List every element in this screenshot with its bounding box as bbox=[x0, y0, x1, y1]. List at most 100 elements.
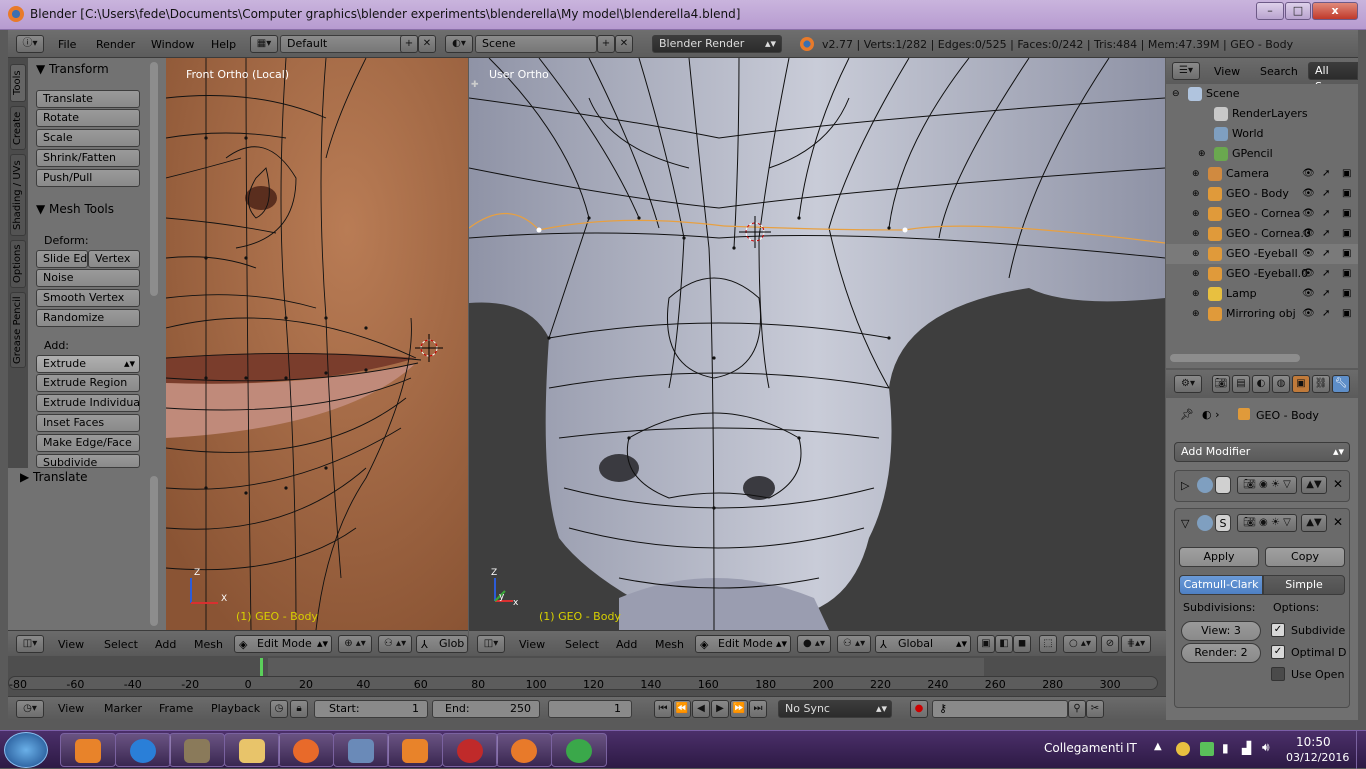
catmull-clark-button[interactable]: Catmull-Clark bbox=[1179, 575, 1263, 595]
render-icon[interactable]: ▣ bbox=[1342, 184, 1351, 204]
taskbar-app-button[interactable] bbox=[441, 733, 498, 767]
rotate-button[interactable]: Rotate bbox=[36, 109, 140, 127]
tray-app-icon[interactable] bbox=[1200, 742, 1214, 756]
menu-view[interactable]: View bbox=[58, 702, 84, 715]
make-edge-face-button[interactable]: Make Edge/Face bbox=[36, 434, 140, 452]
extrude-individual-button[interactable]: Extrude Individual bbox=[36, 394, 140, 412]
editor-type-button[interactable]: ⓘ▾ bbox=[16, 35, 44, 53]
network-icon[interactable]: ▟ bbox=[1242, 741, 1251, 755]
render-icon[interactable]: ▣ bbox=[1342, 264, 1351, 284]
eye-icon[interactable]: 👁︎ bbox=[1302, 184, 1315, 204]
minimize-button[interactable]: – bbox=[1256, 2, 1284, 20]
last-operator-header[interactable]: ▶ Translate bbox=[20, 470, 88, 484]
add-scene-button[interactable]: + bbox=[597, 35, 615, 53]
expand-toggle-icon[interactable]: ⊕ bbox=[1192, 284, 1200, 304]
taskbar-app-button[interactable] bbox=[169, 733, 225, 767]
play-icon[interactable]: ▶ bbox=[711, 700, 729, 718]
editor-type-button[interactable]: ◫▾ bbox=[16, 635, 44, 653]
keying-set-field[interactable]: ⚷ bbox=[932, 700, 1068, 718]
eye-icon[interactable]: 👁︎ bbox=[1302, 284, 1315, 304]
mode-select[interactable]: ◈ Edit Mode ▴▾ bbox=[234, 635, 332, 653]
add-modifier-select[interactable]: Add Modifier ▴▾ bbox=[1174, 442, 1350, 462]
expand-toggle-icon[interactable]: ⊕ bbox=[1192, 204, 1200, 224]
orientation-select[interactable]: ⅄ Glob bbox=[416, 635, 468, 653]
expand-toggle-icon[interactable]: ⊕ bbox=[1192, 304, 1200, 324]
layout-icon[interactable]: ▦▾ bbox=[250, 35, 278, 53]
jump-keyframe-forward-icon[interactable]: ⏩ bbox=[730, 700, 748, 718]
scene-tab-icon[interactable]: ◐ bbox=[1252, 375, 1270, 393]
lock-icon[interactable]: 🔒︎ bbox=[290, 700, 308, 718]
smooth-vertex-button[interactable]: Smooth Vertex bbox=[36, 289, 140, 307]
eye-icon[interactable]: 👁︎ bbox=[1302, 244, 1315, 264]
render-tab-icon[interactable]: 📷︎ bbox=[1212, 375, 1230, 393]
slide-vertex-button[interactable]: Vertex bbox=[88, 250, 140, 268]
menu-view[interactable]: View bbox=[58, 638, 84, 651]
taskbar-app-button[interactable] bbox=[114, 733, 171, 767]
noise-button[interactable]: Noise bbox=[36, 269, 140, 287]
menu-select[interactable]: Select bbox=[565, 638, 599, 651]
menu-add[interactable]: Add bbox=[155, 638, 176, 651]
menu-playback[interactable]: Playback bbox=[211, 702, 260, 715]
viewport-shading-button[interactable]: ● ▴▾ bbox=[797, 635, 831, 653]
taskbar-app-button[interactable] bbox=[60, 733, 116, 767]
outliner-row[interactable]: ⊕ GEO -Eyeball 👁︎ ➚ ▣ bbox=[1166, 244, 1358, 264]
close-button[interactable]: x bbox=[1312, 2, 1358, 20]
end-frame-field[interactable]: End: 250 bbox=[432, 700, 540, 718]
taskbar-app-button[interactable] bbox=[223, 733, 280, 767]
world-tab-icon[interactable]: ◍ bbox=[1272, 375, 1290, 393]
outliner-row[interactable]: ⊕ Camera 👁︎ ➚ ▣ bbox=[1166, 164, 1358, 184]
apply-button[interactable]: Apply bbox=[1179, 547, 1259, 567]
outliner-row[interactable]: ⊕ GEO - Cornea.0 👁︎ ➚ ▣ bbox=[1166, 224, 1358, 244]
viewport-front-ortho[interactable]: Front Ortho (Local) Z X (1) GEO - Body bbox=[166, 58, 468, 630]
editor-type-button[interactable]: ☰▾ bbox=[1172, 62, 1200, 80]
menu-file[interactable]: File bbox=[58, 38, 76, 51]
scale-button[interactable]: Scale bbox=[36, 129, 140, 147]
cursor-icon[interactable]: ➚ bbox=[1322, 184, 1330, 204]
cursor-icon[interactable]: ➚ bbox=[1322, 244, 1330, 264]
power-icon[interactable]: ▮ bbox=[1222, 741, 1229, 755]
render-icon[interactable]: ▣ bbox=[1342, 304, 1351, 324]
collapse-arrow-icon[interactable]: ▽ bbox=[1181, 517, 1189, 530]
add-layout-button[interactable]: + bbox=[400, 35, 418, 53]
render-subdivisions-field[interactable]: Render: 2 bbox=[1181, 643, 1261, 663]
scene-icon[interactable]: ◐▾ bbox=[445, 35, 473, 53]
language-indicator[interactable]: IT bbox=[1126, 741, 1137, 755]
tray-app-icon[interactable] bbox=[1176, 742, 1190, 756]
modifier-name-field[interactable] bbox=[1215, 476, 1231, 494]
tool-shelf-scrollbar[interactable] bbox=[150, 62, 158, 296]
menu-select[interactable]: Select bbox=[104, 638, 138, 651]
render-icon[interactable]: ▣ bbox=[1342, 164, 1351, 184]
play-reverse-icon[interactable]: ◀ bbox=[692, 700, 710, 718]
randomize-button[interactable]: Randomize bbox=[36, 309, 140, 327]
view-subdivisions-field[interactable]: View: 3 bbox=[1181, 621, 1261, 641]
outliner-row[interactable]: World bbox=[1166, 124, 1358, 144]
render-layers-tab-icon[interactable]: ▤ bbox=[1232, 375, 1250, 393]
current-frame-field[interactable]: 1 bbox=[548, 700, 632, 718]
tab-tools[interactable]: Tools bbox=[10, 64, 26, 102]
use-open-checkbox[interactable] bbox=[1271, 667, 1285, 681]
modifiers-tab-icon[interactable]: 🔧︎ bbox=[1332, 375, 1350, 393]
vertex-select-icon[interactable]: ▣ bbox=[977, 635, 995, 653]
show-desktop-button[interactable] bbox=[1356, 731, 1366, 769]
optimal-display-checkbox[interactable]: ✓ bbox=[1271, 645, 1285, 659]
remove-layout-button[interactable]: ✕ bbox=[418, 35, 436, 53]
extrude-select[interactable]: Extrude ▴▾ bbox=[36, 355, 140, 373]
show-hidden-icons[interactable]: ▲ bbox=[1154, 741, 1162, 752]
jump-start-icon[interactable]: ⏮ bbox=[654, 700, 672, 718]
subdivide-uvs-checkbox[interactable]: ✓ bbox=[1271, 623, 1285, 637]
current-frame-indicator[interactable] bbox=[260, 658, 263, 676]
simple-button[interactable]: Simple bbox=[1263, 575, 1345, 595]
translate-button[interactable]: Translate bbox=[36, 90, 140, 108]
split-corner-icon[interactable]: ✚ bbox=[471, 80, 481, 90]
editor-type-button[interactable]: ◫▾ bbox=[477, 635, 505, 653]
viewport-shading-button[interactable]: ⊕ ▴▾ bbox=[338, 635, 372, 653]
delete-keyframe-icon[interactable]: ✂ bbox=[1086, 700, 1104, 718]
transform-panel-header[interactable]: ▼ Transform bbox=[36, 62, 109, 76]
expand-toggle-icon[interactable]: ⊕ bbox=[1192, 184, 1200, 204]
expand-toggle-icon[interactable]: ⊖ bbox=[1172, 84, 1180, 104]
tab-create[interactable]: Create bbox=[10, 106, 26, 150]
outliner-scrollbar[interactable] bbox=[1170, 354, 1300, 362]
editor-type-button[interactable]: ⚙▾ bbox=[1174, 375, 1202, 393]
start-button[interactable] bbox=[4, 732, 48, 768]
clock-date[interactable]: 03/12/2016 bbox=[1286, 751, 1349, 764]
